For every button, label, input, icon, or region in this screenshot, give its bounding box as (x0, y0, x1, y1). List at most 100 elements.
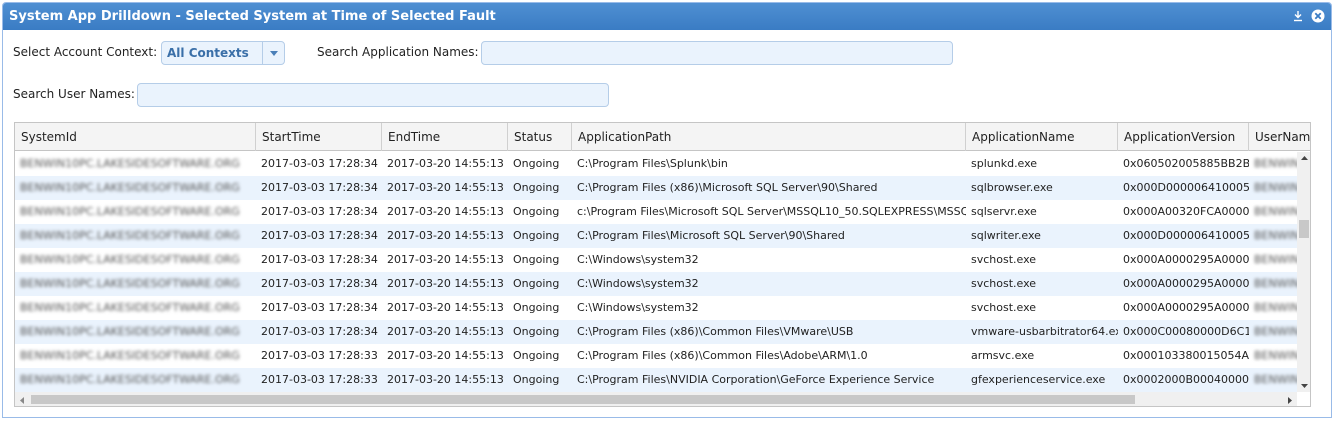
cell-applicationpath: C:\Program Files\Microsoft SQL Server\90… (577, 229, 845, 242)
grid-body: BENWIN10PC.LAKESIDESOFTWARE.ORG 2017-03-0… (15, 152, 1297, 392)
app-search-label: Search Application Names: (317, 45, 479, 59)
cell-systemid: BENWIN10PC.LAKESIDESOFTWARE.ORG (20, 301, 240, 314)
cell-applicationversion: 0x000A0000295A0000 (1123, 253, 1249, 266)
user-search-input[interactable] (137, 83, 609, 107)
cell-systemid: BENWIN10PC.LAKESIDESOFTWARE.ORG (20, 229, 240, 242)
cell-endtime: 2017-03-20 14:55:13 (387, 301, 504, 314)
cell-starttime: 2017-03-03 17:28:34 (261, 157, 378, 170)
cell-applicationversion: 0x060502005885BB2B (1123, 157, 1249, 170)
cell-systemid: BENWIN10PC.LAKESIDESOFTWARE.ORG (20, 325, 240, 338)
column-header-applicationname[interactable]: ApplicationName (966, 123, 1118, 151)
table-row[interactable]: BENWIN10PC.LAKESIDESOFTWARE.ORG 2017-03-0… (15, 344, 1297, 368)
cell-applicationversion: 0x000A0000295A0000 (1123, 277, 1249, 290)
cell-systemid: BENWIN10PC.LAKESIDESOFTWARE.ORG (20, 277, 240, 290)
download-icon[interactable] (1291, 9, 1305, 23)
cell-applicationpath: C:\Program Files (x86)\Common Files\Adob… (577, 349, 868, 362)
scroll-up-icon[interactable] (1297, 152, 1310, 164)
cell-applicationname: sqlbrowser.exe (971, 181, 1053, 194)
table-row[interactable]: BENWIN10PC.LAKESIDESOFTWARE.ORG 2017-03-0… (15, 296, 1297, 320)
cell-starttime: 2017-03-03 17:28:34 (261, 181, 378, 194)
cell-systemid: BENWIN10PC.LAKESIDESOFTWARE.ORG (20, 157, 240, 170)
cell-starttime: 2017-03-03 17:28:33 (261, 373, 378, 386)
cell-applicationname: svchost.exe (971, 277, 1037, 290)
column-header-username[interactable]: UserName (1249, 123, 1310, 151)
table-row[interactable]: BENWIN10PC.LAKESIDESOFTWARE.ORG 2017-03-0… (15, 368, 1297, 392)
cell-applicationname: vmware-usbarbitrator64.exe (971, 325, 1118, 338)
cell-systemid: BENWIN10PC.LAKESIDESOFTWARE.ORG (20, 349, 240, 362)
cell-applicationversion: 0x0002000B00040000 (1123, 373, 1249, 386)
cell-applicationname: splunkd.exe (971, 157, 1038, 170)
grid-header: SystemId StartTime EndTime Status Applic… (15, 123, 1310, 151)
cell-systemid: BENWIN10PC.LAKESIDESOFTWARE.ORG (20, 373, 240, 386)
cell-applicationpath: C:\Windows\system32 (577, 301, 699, 314)
close-icon[interactable] (1311, 9, 1325, 23)
horizontal-scrollbar[interactable] (15, 392, 1297, 406)
cell-applicationpath: C:\Program Files\NVIDIA Corporation\GeFo… (577, 373, 935, 386)
cell-username: BENWIN (1254, 325, 1297, 338)
vertical-scrollbar[interactable] (1297, 152, 1310, 392)
scroll-left-icon[interactable] (17, 394, 27, 406)
cell-endtime: 2017-03-20 14:55:13 (387, 181, 504, 194)
cell-username: BENWIN (1254, 229, 1297, 242)
table-row[interactable]: BENWIN10PC.LAKESIDESOFTWARE.ORG 2017-03-0… (15, 224, 1297, 248)
table-row[interactable]: BENWIN10PC.LAKESIDESOFTWARE.ORG 2017-03-0… (15, 248, 1297, 272)
cell-applicationname: svchost.exe (971, 253, 1037, 266)
cell-status: Ongoing (513, 205, 560, 218)
cell-applicationname: gfexperienceservice.exe (971, 373, 1106, 386)
scroll-right-icon[interactable] (1285, 394, 1295, 406)
column-header-starttime[interactable]: StartTime (256, 123, 382, 151)
table-row[interactable]: BENWIN10PC.LAKESIDESOFTWARE.ORG 2017-03-0… (15, 200, 1297, 224)
cell-starttime: 2017-03-03 17:28:34 (261, 301, 378, 314)
cell-starttime: 2017-03-03 17:28:34 (261, 277, 378, 290)
cell-endtime: 2017-03-20 14:55:13 (387, 325, 504, 338)
cell-status: Ongoing (513, 157, 560, 170)
cell-username: BENWIN (1254, 181, 1297, 194)
horizontal-scroll-thumb[interactable] (31, 395, 1135, 404)
cell-endtime: 2017-03-20 14:55:13 (387, 157, 504, 170)
cell-systemid: BENWIN10PC.LAKESIDESOFTWARE.ORG (20, 181, 240, 194)
column-header-status[interactable]: Status (508, 123, 572, 151)
cell-status: Ongoing (513, 301, 560, 314)
cell-applicationversion: 0x000A0000295A0000 (1123, 301, 1249, 314)
table-row[interactable]: BENWIN10PC.LAKESIDESOFTWARE.ORG 2017-03-0… (15, 272, 1297, 296)
cell-status: Ongoing (513, 229, 560, 242)
cell-applicationversion: 0x000A00320FCA0000 (1123, 205, 1249, 218)
cell-applicationpath: c:\Program Files\Microsoft SQL Server\MS… (577, 205, 966, 218)
cell-starttime: 2017-03-03 17:28:34 (261, 229, 378, 242)
cell-endtime: 2017-03-20 14:55:13 (387, 253, 504, 266)
cell-username: BENWIN (1254, 157, 1297, 170)
cell-starttime: 2017-03-03 17:28:34 (261, 205, 378, 218)
table-row[interactable]: BENWIN10PC.LAKESIDESOFTWARE.ORG 2017-03-0… (15, 320, 1297, 344)
account-context-select[interactable]: All Contexts (161, 41, 285, 65)
scroll-down-icon[interactable] (1297, 380, 1310, 392)
chevron-down-icon[interactable] (262, 42, 284, 64)
column-header-systemid[interactable]: SystemId (15, 123, 256, 151)
cell-applicationversion: 0x000103380015054A (1123, 349, 1249, 362)
user-search-label: Search User Names: (13, 87, 135, 101)
cell-starttime: 2017-03-03 17:28:33 (261, 349, 378, 362)
account-context-label: Select Account Context: (13, 45, 158, 59)
app-search-input[interactable] (481, 41, 953, 65)
drilldown-panel: System App Drilldown - Selected System a… (2, 2, 1332, 418)
cell-endtime: 2017-03-20 14:55:13 (387, 277, 504, 290)
cell-applicationpath: C:\Windows\system32 (577, 253, 699, 266)
cell-applicationversion: 0x000D000006410005 (1123, 229, 1249, 242)
table-row[interactable]: BENWIN10PC.LAKESIDESOFTWARE.ORG 2017-03-0… (15, 152, 1297, 176)
cell-endtime: 2017-03-20 14:55:13 (387, 229, 504, 242)
cell-status: Ongoing (513, 277, 560, 290)
cell-applicationpath: C:\Program Files (x86)\Common Files\VMwa… (577, 325, 854, 338)
cell-applicationname: sqlwriter.exe (971, 229, 1041, 242)
vertical-scroll-thumb[interactable] (1299, 220, 1309, 238)
cell-endtime: 2017-03-20 14:55:13 (387, 373, 504, 386)
cell-username: BENWIN (1254, 301, 1297, 314)
cell-starttime: 2017-03-03 17:28:34 (261, 325, 378, 338)
cell-username: BENWIN (1254, 277, 1297, 290)
cell-endtime: 2017-03-20 14:55:13 (387, 205, 504, 218)
cell-username: BENWIN (1254, 253, 1297, 266)
column-header-applicationpath[interactable]: ApplicationPath (572, 123, 966, 151)
table-row[interactable]: BENWIN10PC.LAKESIDESOFTWARE.ORG 2017-03-0… (15, 176, 1297, 200)
cell-applicationpath: C:\Program Files (x86)\Microsoft SQL Ser… (577, 181, 878, 194)
column-header-endtime[interactable]: EndTime (382, 123, 508, 151)
column-header-applicationversion[interactable]: ApplicationVersion (1118, 123, 1249, 151)
cell-applicationname: sqlservr.exe (971, 205, 1037, 218)
